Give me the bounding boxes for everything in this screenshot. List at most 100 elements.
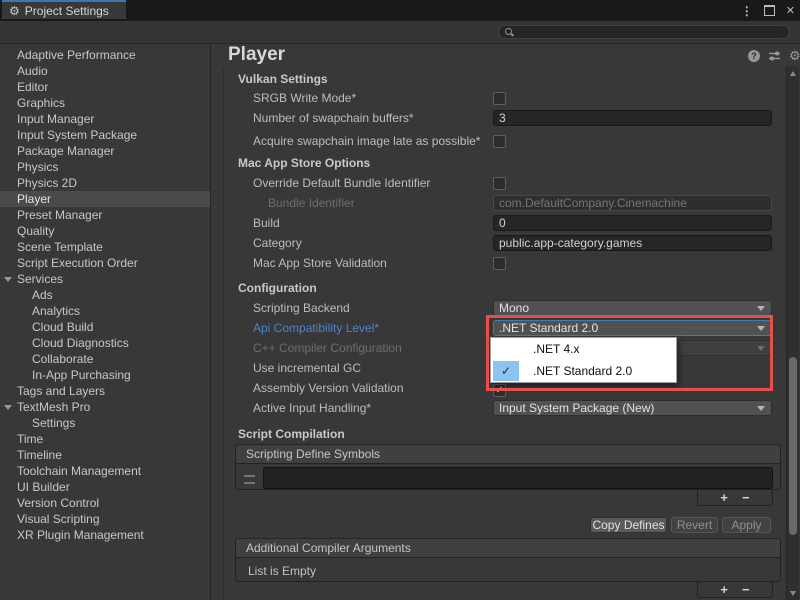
gear-icon: ⚙	[9, 5, 20, 17]
gear-icon[interactable]: ⚙	[789, 49, 800, 62]
remove-button[interactable]: −	[742, 492, 750, 504]
option-net-4x[interactable]: .NET 4.x	[491, 338, 676, 360]
mac-app-store-header: Mac App Store Options	[238, 156, 370, 170]
foldout-arrow-icon[interactable]	[4, 405, 12, 410]
scrollbar-thumb[interactable]	[789, 357, 797, 535]
sidebar-item-physics-2d[interactable]: Physics 2D	[0, 175, 210, 191]
incremental-gc-label: Use incremental GC	[253, 361, 361, 375]
api-compatibility-dropdown[interactable]: .NET Standard 2.0	[493, 320, 772, 336]
sidebar-item-analytics[interactable]: Analytics	[0, 303, 210, 319]
bundle-identifier-label: Bundle Identifier	[268, 196, 355, 210]
scripting-backend-dropdown[interactable]: Mono	[493, 300, 772, 316]
swapchain-buffers-field[interactable]: 3	[493, 110, 772, 126]
sidebar-item-scene-template[interactable]: Scene Template	[0, 239, 210, 255]
sidebar-item-services[interactable]: Services	[0, 271, 210, 287]
bundle-identifier-field: com.DefaultCompany.Cinemachine	[493, 195, 772, 211]
mac-validation-checkbox[interactable]	[493, 257, 506, 270]
copy-defines-button[interactable]: Copy Defines	[590, 517, 667, 533]
sidebar-item-script-execution-order[interactable]: Script Execution Order	[0, 255, 210, 271]
sidebar-item-graphics[interactable]: Graphics	[0, 95, 210, 111]
close-icon[interactable]: ✕	[786, 4, 795, 17]
active-input-handling-dropdown[interactable]: Input System Package (New)	[493, 400, 772, 416]
compiler-args-footer: + −	[697, 582, 773, 598]
title-bar: ⚙ Project Settings ⋮ ✕	[0, 0, 800, 21]
player-settings-panel: Player Vulkan Settings SRGB Write Mode* …	[212, 44, 786, 600]
presets-icon[interactable]	[768, 50, 781, 62]
remove-button[interactable]: −	[742, 584, 750, 596]
api-compatibility-label: Api Compatibility Level*	[253, 321, 379, 335]
sidebar-item-version-control[interactable]: Version Control	[0, 495, 210, 511]
sidebar-item-quality[interactable]: Quality	[0, 223, 210, 239]
sidebar-item-time[interactable]: Time	[0, 431, 210, 447]
page-title: Player	[228, 44, 285, 66]
add-button[interactable]: +	[720, 584, 728, 596]
project-settings-window: ⚙ Project Settings ⋮ ✕ Adaptive Performa…	[0, 0, 800, 600]
assembly-validation-checkbox[interactable]: ✓	[493, 384, 506, 397]
sidebar-item-timeline[interactable]: Timeline	[0, 447, 210, 463]
acquire-swapchain-checkbox[interactable]	[493, 135, 506, 148]
help-icon[interactable]: ?	[748, 50, 760, 62]
search-icon	[505, 28, 514, 37]
scripting-define-symbols-title: Scripting Define Symbols	[236, 445, 780, 464]
revert-button[interactable]: Revert	[671, 517, 718, 533]
option-net-standard-20[interactable]: ✓ .NET Standard 2.0	[491, 360, 676, 382]
sidebar-item-collaborate[interactable]: Collaborate	[0, 351, 210, 367]
sidebar-item-in-app-purchasing[interactable]: In-App Purchasing	[0, 367, 210, 383]
build-label: Build	[253, 216, 280, 230]
sidebar-item-audio[interactable]: Audio	[0, 63, 210, 79]
vertical-scrollbar[interactable]	[786, 66, 799, 600]
settings-sidebar: Adaptive Performance Audio Editor Graphi…	[0, 44, 211, 600]
override-bundle-checkbox[interactable]	[493, 177, 506, 190]
define-symbol-input[interactable]	[263, 467, 773, 489]
window-menu-icon[interactable]: ⋮	[741, 4, 753, 18]
scripting-backend-label: Scripting Backend	[253, 301, 350, 315]
foldout-arrow-icon[interactable]	[4, 277, 12, 282]
drag-handle-icon[interactable]	[244, 475, 255, 484]
cpp-compiler-config-label: C++ Compiler Configuration	[253, 341, 402, 355]
sidebar-item-adaptive-performance[interactable]: Adaptive Performance	[0, 47, 210, 63]
define-symbols-footer: + −	[697, 490, 773, 506]
sidebar-item-tags-and-layers[interactable]: Tags and Layers	[0, 383, 210, 399]
sidebar-item-cloud-build[interactable]: Cloud Build	[0, 319, 210, 335]
sidebar-item-ui-builder[interactable]: UI Builder	[0, 479, 210, 495]
sidebar-item-preset-manager[interactable]: Preset Manager	[0, 207, 210, 223]
category-field[interactable]: public.app-category.games	[493, 235, 772, 251]
sidebar-item-xr-plugin-management[interactable]: XR Plugin Management	[0, 527, 210, 543]
sidebar-item-tmp-settings[interactable]: Settings	[0, 415, 210, 431]
search-input[interactable]	[498, 25, 790, 39]
sidebar-item-input-system-package[interactable]: Input System Package	[0, 127, 210, 143]
additional-compiler-arguments-list: Additional Compiler Arguments List is Em…	[235, 538, 781, 582]
configuration-header: Configuration	[238, 281, 317, 295]
sidebar-item-editor[interactable]: Editor	[0, 79, 210, 95]
chevron-down-icon	[757, 406, 765, 411]
sidebar-item-textmesh-pro[interactable]: TextMesh Pro	[0, 399, 210, 415]
check-icon: ✓	[493, 361, 519, 381]
list-empty-text: List is Empty	[236, 558, 780, 584]
scroll-down-icon[interactable]	[790, 591, 796, 596]
script-compilation-header: Script Compilation	[238, 427, 345, 441]
add-button[interactable]: +	[720, 492, 728, 504]
scroll-up-icon[interactable]	[790, 71, 796, 76]
apply-button[interactable]: Apply	[722, 517, 771, 533]
chevron-down-icon	[757, 326, 765, 331]
sidebar-item-cloud-diagnostics[interactable]: Cloud Diagnostics	[0, 335, 210, 351]
chevron-down-icon	[757, 306, 765, 311]
build-field[interactable]: 0	[493, 215, 772, 231]
sidebar-item-toolchain-management[interactable]: Toolchain Management	[0, 463, 210, 479]
scripting-define-symbols-list: Scripting Define Symbols	[235, 444, 781, 490]
acquire-swapchain-label: Acquire swapchain image late as possible…	[253, 134, 480, 148]
maximize-icon[interactable]	[764, 5, 775, 16]
tab-title: Project Settings	[25, 4, 109, 18]
sidebar-item-visual-scripting[interactable]: Visual Scripting	[0, 511, 210, 527]
sidebar-item-package-manager[interactable]: Package Manager	[0, 143, 210, 159]
api-compatibility-popup: .NET 4.x ✓ .NET Standard 2.0	[490, 337, 677, 383]
active-input-handling-label: Active Input Handling*	[253, 401, 371, 415]
sidebar-item-physics[interactable]: Physics	[0, 159, 210, 175]
sidebar-item-player[interactable]: Player	[0, 191, 210, 207]
sidebar-item-ads[interactable]: Ads	[0, 287, 210, 303]
tab-project-settings[interactable]: ⚙ Project Settings	[2, 0, 126, 19]
srgb-write-mode-checkbox[interactable]	[493, 92, 506, 105]
sidebar-item-input-manager[interactable]: Input Manager	[0, 111, 210, 127]
vulkan-settings-header: Vulkan Settings	[238, 72, 328, 86]
category-label: Category	[253, 236, 302, 250]
